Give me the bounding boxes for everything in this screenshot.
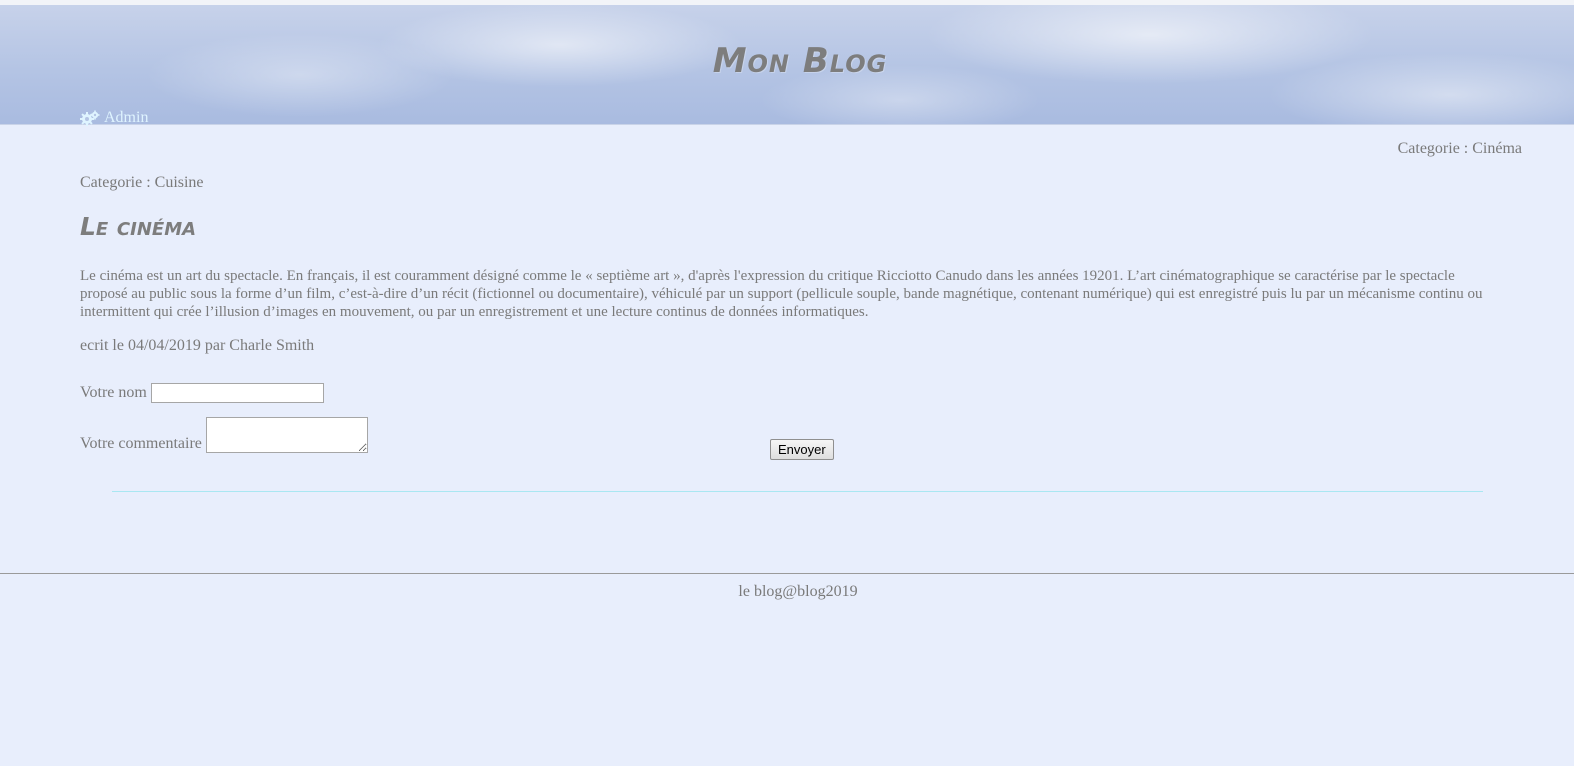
comment-label: Votre commentaire bbox=[80, 435, 202, 452]
admin-link-label: Admin bbox=[104, 109, 149, 126]
article-byline: ecrit le 04/04/2019 par Charle Smith bbox=[80, 337, 315, 354]
comment-row: Votre commentaire bbox=[80, 417, 368, 453]
category-cinema[interactable]: Categorie : Cinéma bbox=[1398, 140, 1522, 158]
article-body: Le cinéma est un art du spectacle. En fr… bbox=[80, 268, 1483, 320]
comment-textarea[interactable] bbox=[205, 417, 368, 453]
send-button[interactable]: Envoyer bbox=[770, 439, 834, 460]
admin-link[interactable]: Admin bbox=[80, 109, 148, 127]
name-input[interactable] bbox=[150, 383, 324, 403]
name-label: Votre nom bbox=[80, 384, 147, 401]
content-divider bbox=[112, 491, 1483, 492]
blog-header: Mon Blog Admin bbox=[0, 5, 1574, 127]
footer-text: le blog@blog2019 bbox=[738, 583, 858, 600]
blog-title: Mon Blog bbox=[712, 41, 888, 81]
footer-divider bbox=[0, 573, 1574, 574]
article-title: Le cinéma bbox=[80, 212, 197, 241]
gears-icon bbox=[80, 110, 100, 126]
category-cuisine[interactable]: Categorie : Cuisine bbox=[80, 174, 204, 192]
name-row: Votre nom bbox=[80, 383, 324, 403]
